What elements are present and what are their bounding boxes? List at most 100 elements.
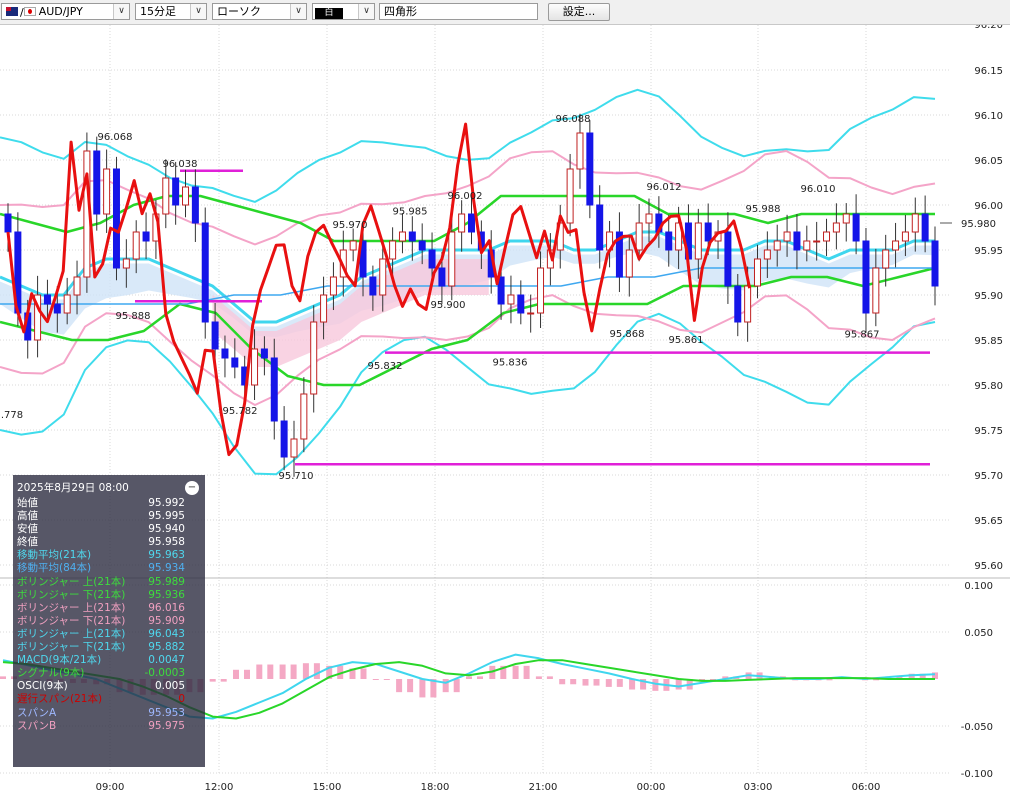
chart-type-select[interactable]: ローソク ∨ xyxy=(212,3,307,20)
y-tick-label: 95.85 xyxy=(974,336,1003,347)
osci-bar xyxy=(0,676,6,679)
candle-down xyxy=(4,213,12,233)
info-row: 終値 95.958 xyxy=(17,536,201,549)
osci-bar xyxy=(313,663,320,679)
x-tick-label: 09:00 xyxy=(96,782,125,793)
info-row-label: ボリンジャー 下(21本) xyxy=(17,641,126,654)
x-tick-label: 12:00 xyxy=(205,782,234,793)
candle-down xyxy=(586,132,594,206)
info-row-value: 95.995 xyxy=(148,510,185,523)
candle-up xyxy=(823,231,831,242)
candle-down xyxy=(408,231,416,242)
osci-bar xyxy=(419,679,426,698)
y-tick-label: 95.65 xyxy=(974,516,1003,527)
osci-bar xyxy=(372,679,379,680)
info-row-label: 高値 xyxy=(17,510,38,523)
candle-up xyxy=(901,231,909,242)
info-row-label: 遅行スパン(21本) xyxy=(17,693,103,706)
info-row: 移動平均(84本) 95.934 xyxy=(17,562,201,575)
candle-down xyxy=(862,240,870,314)
candle-up xyxy=(310,321,318,395)
info-row: シグナル(9本) -0.0003 xyxy=(17,667,201,680)
info-row-value: 95.909 xyxy=(148,614,185,627)
candle-up xyxy=(389,240,397,260)
timeframe-label: 15分足 xyxy=(140,5,176,18)
info-row-label: 終値 xyxy=(17,536,38,549)
osci-bar xyxy=(220,679,227,682)
line-color-select[interactable]: 白 ∨ xyxy=(312,3,375,20)
osci-bar xyxy=(629,679,636,690)
price-annotation: 95.985 xyxy=(393,207,428,218)
osci-bar xyxy=(512,665,519,679)
y-tick-label: 95.60 xyxy=(974,561,1003,572)
info-row-label: 始値 xyxy=(17,497,38,509)
candle-up xyxy=(251,348,259,386)
candle-down xyxy=(468,213,475,233)
price-annotation: 95.970 xyxy=(333,220,368,231)
osci-bar xyxy=(535,676,542,679)
candle-up xyxy=(813,240,821,243)
info-row: 始値 95.992 xyxy=(17,497,201,510)
osci-bar xyxy=(267,664,274,679)
chevron-down-icon[interactable]: ∨ xyxy=(290,4,306,19)
info-row-label: シグナル(9本) xyxy=(17,667,85,680)
info-row-label: 移動平均(21本) xyxy=(17,549,92,562)
osci-bar xyxy=(383,679,390,680)
price-annotation: 96.088 xyxy=(556,114,591,125)
candle-down xyxy=(428,249,436,269)
osci-bar xyxy=(477,676,483,679)
y-tick-label: 96.10 xyxy=(974,111,1003,122)
candle-down xyxy=(112,168,120,269)
info-row-label: スパンB xyxy=(17,719,57,732)
chevron-down-icon[interactable]: ∨ xyxy=(113,4,129,19)
info-panel: 2025年8月29日 08:00 − 始値 95.992 高値 95.995 安値 95.… xyxy=(13,475,205,767)
price-annotation: 95.782 xyxy=(223,406,258,417)
price-annotation: 96.068 xyxy=(98,132,133,143)
candle-up xyxy=(162,177,170,215)
osci-bar xyxy=(616,679,623,687)
candle-up xyxy=(349,240,357,251)
price-annotation: 95.888 xyxy=(116,311,151,322)
info-row: スパンB 95.975 xyxy=(17,720,201,733)
x-tick-label: 03:00 xyxy=(744,782,773,793)
info-row-label: MACD(9本/21本) xyxy=(17,654,102,667)
candle-up xyxy=(290,438,298,458)
info-row: MACD(9本/21本) 0.0047 xyxy=(17,654,201,667)
info-row: ボリンジャー 下(21本) 95.936 xyxy=(17,589,201,602)
info-row-label: 移動平均(84本) xyxy=(17,562,92,575)
pair-label: AUD/JPY xyxy=(38,5,83,18)
osci-bar xyxy=(466,676,472,679)
candle-up xyxy=(182,186,190,206)
candle-up xyxy=(300,393,308,440)
x-tick-label: 18:00 xyxy=(421,782,450,793)
chevron-down-icon[interactable]: ∨ xyxy=(358,4,374,19)
candle-up xyxy=(783,231,791,242)
y-tick-label: 96.05 xyxy=(974,156,1003,167)
price-annotation: 95.832 xyxy=(368,361,403,372)
settings-button[interactable]: 設定... xyxy=(548,3,610,21)
drawing-tool-label: 四角形 xyxy=(384,5,417,18)
info-row: 遅行スパン(21本) 0 xyxy=(17,693,201,706)
info-row: スパンA 95.953 xyxy=(17,707,201,720)
candle-up xyxy=(63,294,71,314)
minimize-icon[interactable]: − xyxy=(185,481,199,495)
x-tick-label: 06:00 xyxy=(852,782,881,793)
price-annotation: 96.002 xyxy=(448,191,483,202)
price-annotation: 95.900 xyxy=(431,300,466,311)
osci-bar xyxy=(605,679,612,687)
y-tick-label: 95.90 xyxy=(974,291,1003,302)
candle-down xyxy=(921,213,929,242)
candle-up xyxy=(911,213,919,233)
info-row-label: スパンA xyxy=(17,706,57,719)
candle-down xyxy=(43,294,51,305)
candle-up xyxy=(576,132,584,170)
chevron-down-icon[interactable]: ∨ xyxy=(190,4,206,19)
info-row-value: 95.975 xyxy=(148,719,185,732)
pair-select[interactable]: / AUD/JPY ∨ xyxy=(1,3,130,20)
timeframe-select[interactable]: 15分足 ∨ xyxy=(135,3,207,20)
info-row: ボリンジャー 下(21本) 95.882 xyxy=(17,641,201,654)
drawing-tool-field[interactable]: 四角形 xyxy=(379,3,538,20)
candle-up xyxy=(132,231,140,260)
info-row: ボリンジャー 上(21本) 95.989 xyxy=(17,576,201,589)
info-row-value: 95.882 xyxy=(148,641,185,654)
